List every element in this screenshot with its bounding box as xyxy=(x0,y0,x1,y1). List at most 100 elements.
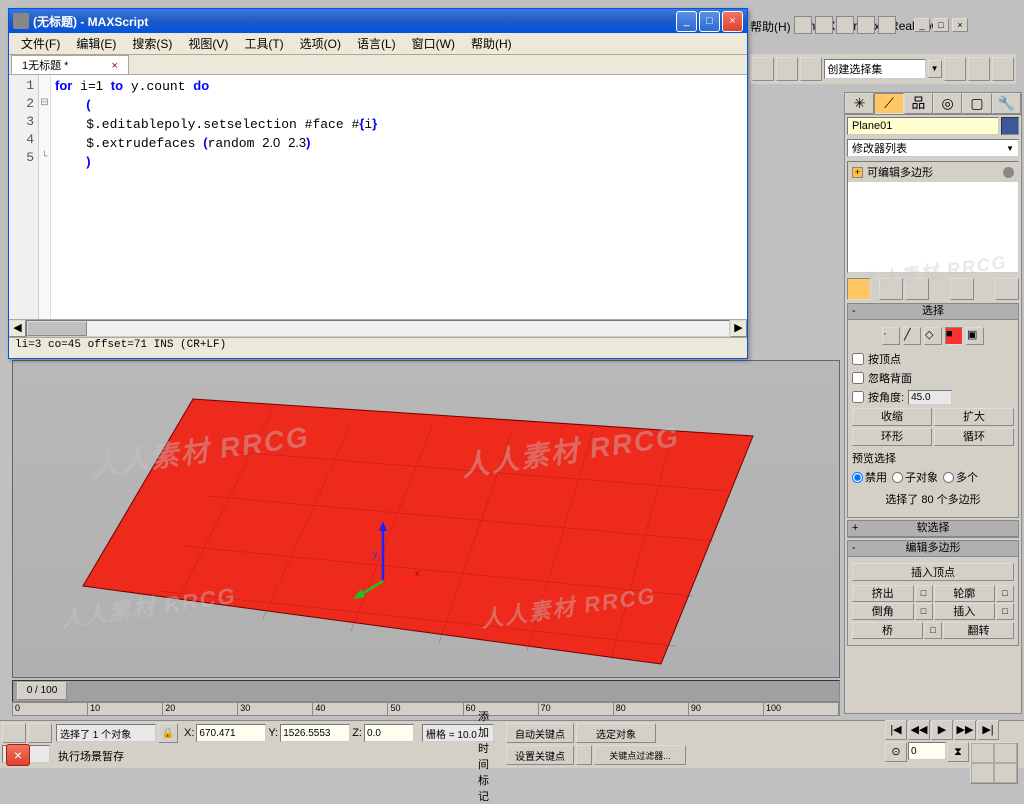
scroll-thumb[interactable] xyxy=(27,321,87,336)
inset-button[interactable]: 插入 xyxy=(934,603,996,620)
keyfilter-button[interactable]: 关键点过滤器... xyxy=(594,745,686,765)
border-icon[interactable]: ◇ xyxy=(924,327,942,345)
restore-btn[interactable]: □ xyxy=(933,18,949,32)
key-mode-btn[interactable]: ⊙ xyxy=(885,742,907,762)
x-coord-input[interactable] xyxy=(196,724,266,742)
menu-view[interactable]: 视图(V) xyxy=(180,33,236,54)
menu-tools[interactable]: 工具(T) xyxy=(236,33,291,54)
grow-button[interactable]: 扩大 xyxy=(934,408,1014,426)
binoculars-icon[interactable] xyxy=(794,16,812,34)
prev-frame-btn[interactable]: ◀◀ xyxy=(908,720,930,740)
object-color-swatch[interactable] xyxy=(1001,117,1019,135)
show-end-btn[interactable] xyxy=(879,278,903,300)
preview-multi-radio[interactable] xyxy=(943,472,954,483)
inset-settings-button[interactable]: □ xyxy=(996,603,1014,620)
preview-disable-radio[interactable] xyxy=(852,472,863,483)
close-btn[interactable]: × xyxy=(952,18,968,32)
tab-motion-icon[interactable]: ◎ xyxy=(933,93,962,114)
unique-btn[interactable] xyxy=(905,278,929,300)
transform-gizmo[interactable]: x y xyxy=(343,521,423,601)
pin-stack-btn[interactable] xyxy=(847,278,871,300)
autokey-button[interactable]: 自动关键点 xyxy=(506,723,574,743)
extrude-settings-button[interactable]: □ xyxy=(915,585,933,602)
rollout-selection-header[interactable]: 选择 xyxy=(848,304,1018,320)
time-slider[interactable]: 0 / 100 xyxy=(12,680,840,702)
edge-icon[interactable]: ╱ xyxy=(903,327,921,345)
script-tab[interactable]: 1无标题 * × xyxy=(11,55,129,74)
bridge-button[interactable]: 桥 xyxy=(852,622,923,639)
remove-mod-btn[interactable] xyxy=(950,278,974,300)
element-icon[interactable]: ▣ xyxy=(966,327,984,345)
next-frame-btn[interactable]: ▶▶ xyxy=(954,720,976,740)
horizontal-scrollbar[interactable]: ◀ ▶ xyxy=(9,319,747,337)
scroll-right-btn[interactable]: ▶ xyxy=(730,320,747,337)
close-button[interactable]: × xyxy=(722,11,743,32)
menu-file[interactable]: 文件(F) xyxy=(13,33,68,54)
tab-create-icon[interactable]: ✳ xyxy=(845,93,874,114)
scroll-track[interactable] xyxy=(26,320,730,337)
menu-language[interactable]: 语言(L) xyxy=(349,33,404,54)
combo-arrow-icon[interactable]: ▼ xyxy=(928,60,942,78)
bevel-button[interactable]: 倒角 xyxy=(852,603,914,620)
perspective-viewport[interactable]: x y xyxy=(12,360,840,678)
outline-settings-button[interactable]: □ xyxy=(996,585,1014,602)
play-btn[interactable]: ▶ xyxy=(931,720,953,740)
flip-button[interactable]: 翻转 xyxy=(943,622,1014,639)
add-timemark-label[interactable]: 添加时间标记 xyxy=(478,708,489,804)
y-coord-input[interactable] xyxy=(280,724,350,742)
extrude-button[interactable]: 挤出 xyxy=(852,585,914,602)
tool-btn-2[interactable] xyxy=(776,57,798,81)
setkey-button[interactable]: 设置关键点 xyxy=(506,745,574,765)
star-icon[interactable] xyxy=(857,16,875,34)
fold-gutter[interactable]: ⊟└ xyxy=(39,75,51,319)
viewport-nav[interactable] xyxy=(970,742,1018,784)
angle-spinner[interactable] xyxy=(908,390,952,405)
modifier-list-combo[interactable]: 修改器列表 ▼ xyxy=(847,139,1019,157)
by-angle-checkbox[interactable] xyxy=(852,391,864,403)
menu-search[interactable]: 搜索(S) xyxy=(124,33,180,54)
ring-button[interactable]: 环形 xyxy=(852,428,932,446)
code-editor[interactable]: 12345 ⊟└ for i=1 to y.count do ( $.edita… xyxy=(9,75,747,319)
modifier-item[interactable]: + 可编辑多边形 xyxy=(848,162,1018,182)
bridge-settings-button[interactable]: □ xyxy=(924,622,942,639)
lock-selection-btn[interactable]: 🔒 xyxy=(158,723,178,743)
bevel-settings-button[interactable]: □ xyxy=(915,603,933,620)
goto-start-btn[interactable]: |◀ xyxy=(885,720,907,740)
loop-button[interactable]: 循环 xyxy=(934,428,1014,446)
frame-input[interactable] xyxy=(908,742,946,760)
goto-end-btn[interactable]: ▶| xyxy=(977,720,999,740)
tool-btn-5[interactable] xyxy=(968,57,990,81)
maximize-button[interactable]: □ xyxy=(699,11,720,32)
tool-btn-3[interactable] xyxy=(800,57,822,81)
ignore-backfacing-checkbox[interactable] xyxy=(852,372,864,384)
modifier-bulb-icon[interactable] xyxy=(1003,167,1014,178)
minimize-btn[interactable]: _ xyxy=(914,18,930,32)
time-config-btn[interactable]: ⧗ xyxy=(947,742,969,762)
menu-options[interactable]: 选项(O) xyxy=(292,33,349,54)
minimize-button[interactable]: _ xyxy=(676,11,697,32)
rollout-editpoly-header[interactable]: 编辑多边形 xyxy=(848,541,1018,557)
preview-subobj-radio[interactable] xyxy=(892,472,903,483)
z-coord-input[interactable] xyxy=(364,724,414,742)
menu-help[interactable]: 帮助(H) xyxy=(463,33,520,54)
vertex-icon[interactable]: · xyxy=(882,327,900,345)
hammer-icon[interactable] xyxy=(878,16,896,34)
by-vertex-checkbox[interactable] xyxy=(852,353,864,365)
shrink-button[interactable]: 收缩 xyxy=(852,408,932,426)
expand-icon[interactable]: + xyxy=(852,167,863,178)
lock-btn[interactable] xyxy=(28,723,52,743)
insert-vertex-button[interactable]: 插入顶点 xyxy=(852,563,1014,581)
script-btn[interactable] xyxy=(2,723,26,743)
wrench-icon[interactable] xyxy=(815,16,833,34)
tab-display-icon[interactable]: ▢ xyxy=(962,93,991,114)
tab-hierarchy-icon[interactable]: 品 xyxy=(904,93,933,114)
tab-close-icon[interactable]: × xyxy=(112,60,118,72)
outline-button[interactable]: 轮廓 xyxy=(934,585,996,602)
tab-utilities-icon[interactable]: 🔧 xyxy=(992,93,1021,114)
time-ruler[interactable]: 0 10 20 30 40 50 60 70 80 90 100 xyxy=(12,702,840,716)
selected-obj-combo[interactable]: 选定对象 xyxy=(576,723,656,743)
menu-edit[interactable]: 编辑(E) xyxy=(68,33,124,54)
scroll-left-btn[interactable]: ◀ xyxy=(9,320,26,337)
tool-btn-6[interactable] xyxy=(992,57,1014,81)
object-name-field[interactable] xyxy=(847,117,999,135)
